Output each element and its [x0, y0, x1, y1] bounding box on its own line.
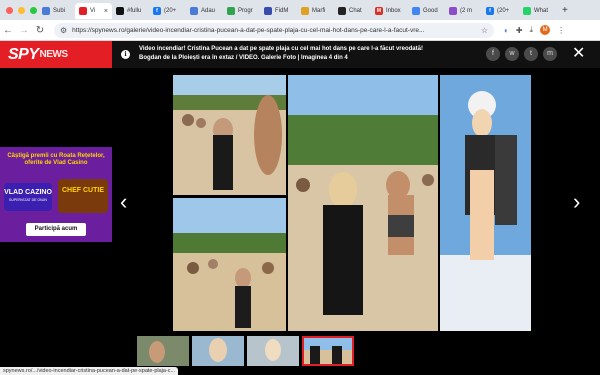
vlad-cazino-logo: VLAD CAZINO SUPERVIZAT DE ONJN — [4, 183, 52, 211]
photo-beach-crowd — [173, 198, 286, 331]
tab-label: Progr — [238, 8, 253, 14]
tab-favicon-icon: M — [375, 7, 383, 15]
thumbnail-1[interactable] — [137, 336, 189, 366]
status-bar-url: spynews.ro/.../video-incendiar-cristina-… — [0, 367, 179, 375]
ad-brand-sub: SUPERVIZAT DE ONJN — [9, 198, 47, 202]
tab-favicon-icon: f — [153, 7, 161, 15]
site-info-icon[interactable]: ⚙ — [60, 26, 67, 35]
logo-text: SPY — [8, 45, 39, 63]
browser-tab[interactable]: Vi × — [75, 3, 112, 19]
tab-favicon-icon — [301, 7, 309, 15]
browser-tab[interactable]: f (20+ — [149, 3, 186, 19]
extensions-puzzle-icon[interactable]: ✚ — [516, 26, 523, 35]
ad-headline: Câștigă premii cu Roata Rețetelor, oferi… — [7, 153, 105, 166]
previous-image-arrow-icon[interactable]: ‹ — [120, 189, 127, 215]
tab-favicon-icon — [116, 7, 124, 15]
casino-ad-banner[interactable]: Câștigă premii cu Roata Rețetelor, oferi… — [0, 147, 112, 242]
tab-label: Adau — [201, 8, 216, 14]
reload-icon[interactable]: ↻ — [32, 25, 48, 36]
tab-favicon-icon — [190, 7, 198, 15]
tab-label: (20+ — [497, 8, 510, 14]
ad-cta-button[interactable]: Participă acum — [26, 223, 86, 236]
browser-tab[interactable]: Chat — [334, 3, 371, 19]
close-gallery-icon[interactable]: ✕ — [572, 45, 585, 63]
gallery-header: SPY NEWS i Video incendiar! Cristina Puce… — [0, 41, 600, 68]
browser-tab[interactable]: Subi — [38, 3, 75, 19]
browser-tab[interactable]: FidM — [260, 3, 297, 19]
tab-label: What — [534, 8, 549, 14]
browser-tab[interactable]: M Inbox — [371, 3, 408, 19]
tab-favicon-icon — [264, 7, 272, 15]
thumbnail-strip — [137, 336, 354, 366]
logo-suffix: NEWS — [39, 49, 69, 60]
chef-cutie-logo: CHEF CUTIE — [58, 179, 108, 213]
tab-favicon-icon — [338, 7, 346, 15]
tab-favicon-icon — [79, 7, 87, 15]
tab-label: (2 m — [460, 8, 472, 14]
tab-label: Chat — [349, 8, 362, 14]
tab-favicon-icon — [523, 7, 531, 15]
browser-tab[interactable]: Marfi — [297, 3, 334, 19]
minimize-window-button[interactable] — [18, 6, 25, 14]
browser-tab[interactable]: Adau — [186, 3, 223, 19]
tab-label: #fullu — [127, 8, 142, 14]
facebook-share-icon[interactable]: f — [486, 47, 500, 61]
share-buttons: f w t m — [486, 47, 557, 61]
browser-tab[interactable]: Good — [408, 3, 445, 19]
browser-tab[interactable]: (2 m — [445, 3, 482, 19]
tab-label: Subi — [53, 8, 66, 14]
tab-label: Good — [423, 8, 438, 14]
url-field[interactable]: ⚙ https://spynews.ro/galerie/video-incen… — [54, 22, 494, 38]
browser-tab[interactable]: What — [519, 3, 556, 19]
window-controls — [0, 6, 38, 14]
forward-arrow-icon[interactable]: → — [16, 25, 32, 36]
next-image-arrow-icon[interactable]: › — [573, 189, 580, 215]
gallery-headline: Video incendiar! Cristina Pucean a dat p… — [139, 46, 423, 61]
info-icon[interactable]: i — [121, 50, 130, 59]
tab-favicon-icon — [412, 7, 420, 15]
tab-favicon-icon — [227, 7, 235, 15]
browser-tab[interactable]: f (20+ — [482, 3, 519, 19]
photo-beach-dance-center — [288, 75, 438, 331]
ad-brand: VLAD CAZINO — [4, 189, 52, 196]
close-tab-icon[interactable]: × — [104, 8, 108, 15]
zoom-window-button[interactable] — [30, 6, 37, 14]
new-tab-button[interactable]: + — [556, 5, 574, 16]
gallery-main-image — [173, 75, 531, 333]
browser-menu-icon[interactable]: ⋮ — [557, 26, 565, 35]
download-icon[interactable]: ⤓ — [530, 25, 534, 35]
close-window-button[interactable] — [6, 6, 13, 14]
tab-label: FidM — [275, 8, 289, 14]
spynews-logo[interactable]: SPY NEWS — [0, 41, 112, 68]
thumbnail-3[interactable] — [247, 336, 299, 366]
browser-tab[interactable]: Progr — [223, 3, 260, 19]
tab-label: Inbox — [386, 8, 401, 14]
bookmark-star-icon[interactable]: ☆ — [481, 26, 488, 35]
whatsapp-share-icon[interactable]: w — [505, 47, 519, 61]
tab-strip: Subi Vi × #fullu f (20+ Adau Progr FidM Marfi Chat… — [38, 1, 556, 19]
browser-tab[interactable]: #fullu — [112, 3, 149, 19]
messenger-share-icon[interactable]: m — [543, 47, 557, 61]
extension-icon[interactable]: ◐ — [504, 26, 509, 35]
thumbnail-4-selected[interactable] — [302, 336, 354, 366]
thumbnail-2[interactable] — [192, 336, 244, 366]
tab-label: Marfi — [312, 8, 326, 14]
photo-boat-pose — [440, 75, 531, 331]
tab-label: Vi — [90, 8, 96, 14]
tab-favicon-icon: f — [486, 7, 494, 15]
tab-favicon-icon — [449, 7, 457, 15]
back-arrow-icon[interactable]: ← — [0, 25, 16, 36]
tab-favicon-icon — [42, 7, 50, 15]
photo-beach-dance-1 — [173, 75, 286, 195]
browser-tab-bar: Subi Vi × #fullu f (20+ Adau Progr FidM Marfi Chat… — [0, 0, 600, 20]
address-bar: ← → ↻ ⚙ https://spynews.ro/galerie/video… — [0, 20, 600, 41]
url-text: https://spynews.ro/galerie/video-incendi… — [72, 26, 425, 34]
gallery-overlay: SPY NEWS i Video incendiar! Cristina Puce… — [0, 41, 600, 375]
tab-label: (20+ — [164, 8, 177, 14]
twitter-share-icon[interactable]: t — [524, 47, 538, 61]
profile-avatar[interactable]: M — [540, 25, 551, 35]
